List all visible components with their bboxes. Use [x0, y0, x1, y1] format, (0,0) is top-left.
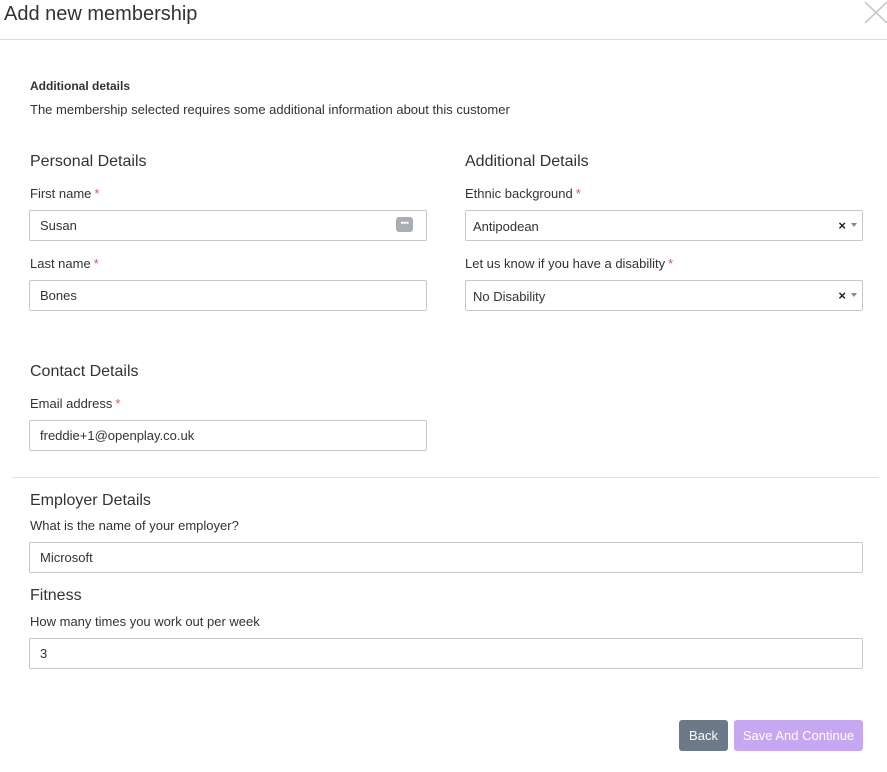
- modal-header: Add new membership: [0, 0, 887, 40]
- close-button[interactable]: [861, 0, 887, 26]
- required-marker: *: [93, 256, 99, 271]
- chevron-down-icon[interactable]: [851, 223, 857, 227]
- workouts-per-week-input[interactable]: [29, 638, 863, 669]
- clear-icon[interactable]: ×: [838, 288, 846, 303]
- first-name-label: First name *: [30, 186, 99, 201]
- modal-title: Add new membership: [4, 3, 198, 25]
- email-label: Email address *: [30, 396, 120, 411]
- ethnic-background-label: Ethnic background *: [465, 186, 581, 201]
- last-name-label: Last name *: [30, 256, 99, 271]
- disability-value: No Disability: [473, 289, 546, 304]
- employer-input[interactable]: [29, 542, 863, 573]
- back-button[interactable]: Back: [679, 720, 728, 751]
- personal-details-title: Personal Details: [30, 153, 147, 170]
- first-name-input[interactable]: [29, 210, 427, 241]
- section-divider: [12, 477, 879, 478]
- ethnic-background-label-text: Ethnic background: [465, 186, 573, 201]
- save-and-continue-button[interactable]: Save And Continue: [734, 720, 863, 751]
- ethnic-background-select[interactable]: Antipodean ×: [465, 210, 863, 241]
- required-marker: *: [575, 186, 581, 201]
- required-marker: *: [94, 186, 100, 201]
- additional-details-heading: Additional details: [30, 79, 131, 93]
- additional-details-description: The membership selected requires some ad…: [30, 102, 510, 117]
- chevron-down-icon[interactable]: [851, 293, 857, 297]
- required-marker: *: [668, 256, 674, 271]
- email-label-text: Email address: [30, 396, 113, 411]
- required-marker: *: [115, 396, 121, 411]
- additional-details-title: Additional Details: [465, 153, 589, 170]
- disability-label-text: Let us know if you have a disability: [465, 256, 666, 271]
- contact-details-title: Contact Details: [30, 363, 139, 380]
- employer-question-label: What is the name of your employer?: [30, 518, 239, 533]
- clear-icon[interactable]: ×: [838, 218, 846, 233]
- fitness-question-label: How many times you work out per week: [30, 614, 260, 629]
- autofill-keyboard-icon[interactable]: •••: [396, 217, 413, 232]
- add-membership-modal: Add new membership Additional details Th…: [0, 0, 887, 772]
- close-icon: [864, 1, 887, 24]
- email-field[interactable]: [29, 420, 427, 451]
- first-name-label-text: First name: [30, 186, 92, 201]
- employer-details-title: Employer Details: [30, 492, 151, 509]
- last-name-label-text: Last name: [30, 256, 91, 271]
- disability-select[interactable]: No Disability ×: [465, 280, 863, 311]
- disability-label: Let us know if you have a disability *: [465, 256, 673, 271]
- fitness-title: Fitness: [30, 587, 82, 604]
- ethnic-background-value: Antipodean: [473, 219, 539, 234]
- last-name-input[interactable]: [29, 280, 427, 311]
